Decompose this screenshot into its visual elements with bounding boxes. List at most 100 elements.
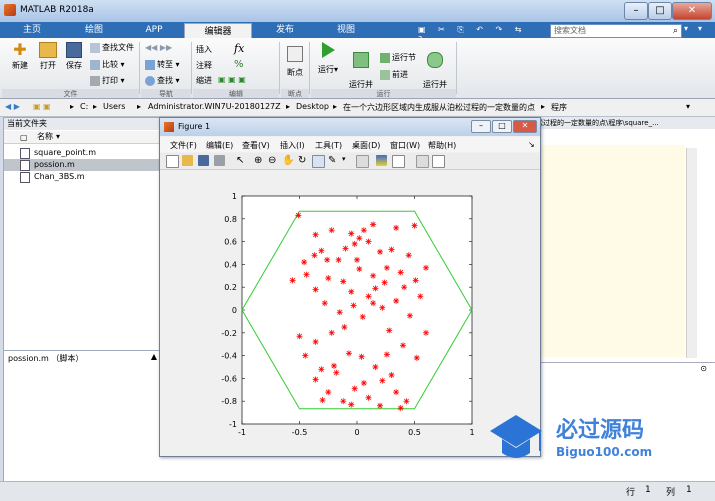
list-item[interactable]: possion.m bbox=[4, 159, 160, 171]
figure-maximize-button[interactable]: □ bbox=[492, 120, 512, 133]
link-icon[interactable] bbox=[356, 155, 369, 168]
list-item[interactable]: square_point.m bbox=[4, 147, 160, 159]
menu-desktop[interactable]: 桌面(D) bbox=[352, 140, 380, 151]
search-input[interactable]: 搜索文档 bbox=[554, 25, 586, 37]
title-bar: MATLAB R2018a – □ ✕ bbox=[0, 0, 715, 23]
compare-button[interactable]: 比较 ▾ bbox=[90, 59, 125, 70]
advance-icon bbox=[380, 69, 390, 80]
menu-tools[interactable]: 工具(T) bbox=[315, 140, 342, 151]
save-icon[interactable] bbox=[198, 155, 209, 166]
tab-apps[interactable]: APP bbox=[128, 22, 180, 38]
address-bar[interactable]: ◀ ▶ ▣ ▣ ▸ C: ▸ Users ▸ Administrator.WIN… bbox=[0, 99, 715, 117]
menu-file[interactable]: 文件(F) bbox=[170, 140, 197, 151]
hide-tools-icon[interactable] bbox=[416, 155, 429, 168]
open-button[interactable]: 打开 bbox=[36, 42, 60, 71]
find-button[interactable]: 查找 ▾ bbox=[145, 75, 180, 86]
data-point bbox=[356, 265, 363, 272]
path-part[interactable]: Administrator.WIN7U-20180127Z bbox=[148, 102, 281, 111]
svg-text:Biguo100.com: Biguo100.com bbox=[556, 445, 652, 459]
maximize-button[interactable]: □ bbox=[648, 2, 672, 20]
tab-plots[interactable]: 绘图 bbox=[68, 22, 120, 38]
rotate-icon[interactable]: ↻ bbox=[298, 155, 309, 166]
nav-back-icons[interactable]: ◀◀ ▶▶ bbox=[145, 43, 172, 52]
figure-window[interactable]: Figure 1 – □ ✕ 文件(F) 编辑(E) 查看(V) 插入(I) 工… bbox=[159, 117, 541, 457]
data-point bbox=[289, 277, 296, 284]
data-point bbox=[319, 397, 326, 404]
comment-percent-icon[interactable]: % bbox=[234, 59, 244, 70]
data-point bbox=[423, 329, 429, 336]
toolbar-quick-icons[interactable]: ▣ ✂ ⎘ ↶ ↷ ⇆ ? bbox=[418, 25, 538, 44]
separator bbox=[309, 42, 310, 94]
data-cursor-icon[interactable] bbox=[312, 155, 325, 168]
tab-publish[interactable]: 发布 bbox=[256, 22, 314, 38]
path-part[interactable]: C: bbox=[80, 102, 88, 111]
run-section-button[interactable]: 运行节 bbox=[380, 52, 416, 63]
figure-close-button[interactable]: ✕ bbox=[513, 120, 537, 133]
figure-minimize-button[interactable]: – bbox=[471, 120, 491, 133]
list-item[interactable]: Chan_3BS.m bbox=[4, 171, 160, 183]
tab-home[interactable]: 主页 bbox=[10, 22, 54, 38]
figure-title-bar[interactable]: Figure 1 – □ ✕ bbox=[160, 118, 540, 136]
tab-editor[interactable]: 编辑器 bbox=[184, 23, 252, 39]
pointer-icon[interactable]: ↖ bbox=[236, 155, 247, 166]
path-part[interactable]: 程序 bbox=[551, 102, 567, 113]
path-part[interactable]: Desktop bbox=[296, 102, 329, 111]
menu-help[interactable]: 帮助(H) bbox=[428, 140, 456, 151]
legend-icon[interactable] bbox=[392, 155, 405, 168]
breakpoints-button[interactable]: 断点 bbox=[283, 46, 307, 78]
name-column-header[interactable]: ▢ 名称 ▾ bbox=[4, 131, 160, 144]
minimize-button[interactable]: – bbox=[624, 2, 648, 20]
search-icon[interactable]: ⌕ bbox=[673, 25, 678, 37]
search-field[interactable]: 搜索文档 ⌕ bbox=[550, 24, 682, 38]
indent-icons[interactable]: ▣ ▣ ▣ bbox=[218, 75, 246, 84]
brush-icon[interactable]: ✎ bbox=[328, 155, 339, 166]
data-point bbox=[302, 352, 309, 359]
goto-button[interactable]: 转至 ▾ bbox=[145, 59, 180, 70]
tab-view[interactable]: 视图 bbox=[318, 22, 374, 38]
brush-dropdown-icon[interactable]: ▾ bbox=[342, 155, 353, 166]
new-button[interactable]: ✚ 新建 bbox=[8, 42, 32, 71]
data-point bbox=[312, 376, 319, 383]
command-window-expand-icon[interactable]: ⊙ bbox=[700, 364, 707, 373]
data-point bbox=[413, 354, 420, 361]
print-button[interactable]: 打印 ▾ bbox=[90, 75, 125, 86]
indent-button[interactable]: 缩进 bbox=[196, 75, 212, 86]
editor-code-area[interactable] bbox=[540, 145, 685, 357]
close-button[interactable]: ✕ bbox=[672, 2, 712, 20]
folder-nav-icons[interactable]: ▣ ▣ bbox=[33, 102, 51, 111]
scatter-chart[interactable]: -1 -0.5 0 0.5 1 1 0.8 0.6 0.4 0.2 0 -0.2 -0.4 -0.6 -0.… bbox=[160, 170, 540, 456]
fx-button[interactable]: fx bbox=[234, 42, 244, 55]
address-dropdown-icon[interactable]: ▾ bbox=[686, 102, 690, 111]
new-figure-icon[interactable] bbox=[166, 155, 179, 168]
menu-window[interactable]: 窗口(W) bbox=[390, 140, 420, 151]
menu-edit[interactable]: 编辑(E) bbox=[206, 140, 233, 151]
dropdown-icon[interactable]: ▾ bbox=[684, 24, 688, 33]
open-icon[interactable] bbox=[182, 155, 193, 166]
plot-area[interactable]: -1 -0.5 0 0.5 1 1 0.8 0.6 0.4 0.2 0 -0.2 -0.4 -0.6 -0.… bbox=[160, 170, 540, 456]
folder-open-icon bbox=[39, 42, 57, 58]
collapse-ribbon-icon[interactable]: ▾ bbox=[698, 24, 702, 33]
menu-dock-icon[interactable]: ↘ bbox=[528, 140, 535, 149]
menu-view[interactable]: 查看(V) bbox=[242, 140, 270, 151]
group-label-breakpoints: 断点 bbox=[281, 89, 309, 98]
comment-button[interactable]: 注释 bbox=[196, 60, 212, 71]
path-part[interactable]: Users bbox=[103, 102, 125, 111]
advance-button[interactable]: 前进 bbox=[380, 69, 408, 80]
colorbar-icon[interactable] bbox=[376, 155, 387, 166]
insert-button[interactable]: 插入 bbox=[196, 44, 212, 55]
print-icon[interactable] bbox=[214, 155, 225, 166]
zoom-in-icon[interactable]: ⊕ bbox=[254, 155, 265, 166]
pan-icon[interactable]: ✋ bbox=[282, 155, 294, 166]
back-arrow-icon[interactable]: ◀ ▶ bbox=[5, 102, 20, 111]
run-button[interactable]: 运行▾ bbox=[316, 42, 340, 75]
zoom-out-icon[interactable]: ⊖ bbox=[268, 155, 279, 166]
path-part[interactable]: 在一个六边形区域内生成服从泊松过程的一定数量的点 bbox=[343, 102, 535, 113]
data-point bbox=[336, 309, 343, 316]
menu-insert[interactable]: 插入(I) bbox=[280, 140, 305, 151]
editor-scrollbar[interactable] bbox=[686, 148, 697, 358]
show-tools-icon[interactable] bbox=[432, 155, 445, 168]
axes-box bbox=[241, 195, 473, 425]
details-expand-icon[interactable]: ▲ bbox=[151, 352, 157, 361]
save-button[interactable]: 保存 bbox=[62, 42, 86, 71]
find-file-button[interactable]: 查找文件 bbox=[90, 42, 134, 53]
